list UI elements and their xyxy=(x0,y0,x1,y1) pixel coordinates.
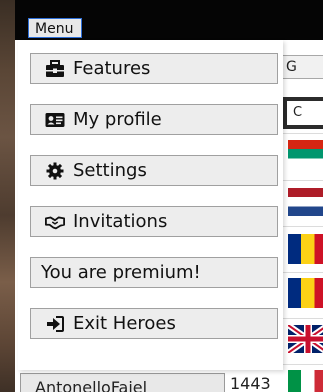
background-button-c[interactable]: C xyxy=(283,97,323,129)
handshake-icon xyxy=(45,213,65,231)
background-photo-strip xyxy=(0,0,15,392)
flag-netherlands-icon xyxy=(288,188,323,216)
briefcase-icon xyxy=(45,59,65,78)
gear-icon xyxy=(45,162,65,180)
row-divider xyxy=(282,272,323,273)
flag-italy-icon xyxy=(288,370,323,392)
sign-out-icon xyxy=(45,315,65,333)
id-card-icon xyxy=(45,111,65,129)
menu-item-label: My profile xyxy=(73,109,162,130)
row-divider xyxy=(282,226,323,227)
flag-bulgaria-icon xyxy=(288,140,323,168)
row-divider xyxy=(282,364,323,365)
menu-item-label: Features xyxy=(73,58,151,79)
menu-item-label: Settings xyxy=(73,160,147,181)
flag-romania-icon xyxy=(288,278,323,308)
menu-item-label: You are premium! xyxy=(41,262,201,283)
menu-item-my-profile[interactable]: My profile xyxy=(30,104,278,135)
flag-uk-icon xyxy=(288,325,323,353)
player-name-button[interactable]: AntonelloFaiel xyxy=(20,373,225,392)
menu-item-label: Exit Heroes xyxy=(73,313,176,334)
player-score: 1443 xyxy=(230,374,271,392)
app-screen: G C AntonelloFaiel 1443 Menu Features My… xyxy=(0,0,323,392)
row-divider xyxy=(282,180,323,181)
menu-item-label: Invitations xyxy=(73,211,168,232)
row-divider xyxy=(282,133,323,134)
flag-uk-graphic xyxy=(288,325,323,353)
row-divider xyxy=(282,318,323,319)
flag-romania-icon xyxy=(288,234,323,264)
menu-item-exit[interactable]: Exit Heroes xyxy=(30,308,278,339)
menu-item-settings[interactable]: Settings xyxy=(30,155,278,186)
menu-button[interactable]: Menu xyxy=(28,18,83,38)
menu-item-premium[interactable]: You are premium! xyxy=(30,257,278,288)
menu-dropdown: Features My profile Settings Invitations… xyxy=(18,40,283,370)
menu-item-features[interactable]: Features xyxy=(30,53,278,84)
menu-item-invitations[interactable]: Invitations xyxy=(30,206,278,237)
